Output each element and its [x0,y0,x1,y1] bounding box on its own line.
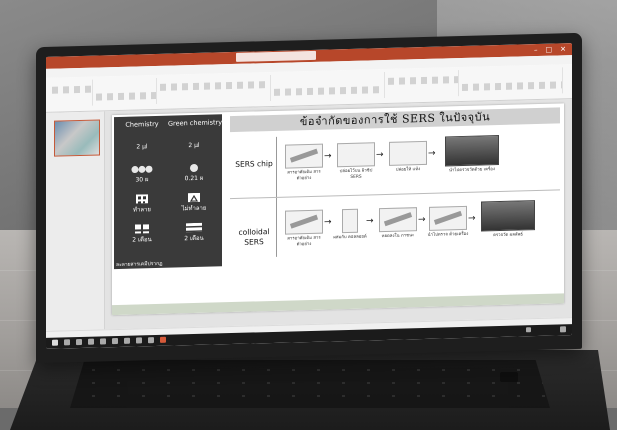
start-icon[interactable] [52,340,58,346]
arrow-icon: → [324,217,332,227]
comparison-panel: Chemistry Green chemistry 2 µl 2 µl 30 ผ [114,114,222,269]
app-icon[interactable] [148,337,154,343]
process-step: หยดลงใน ภาชนะ [376,207,420,240]
step-caption: นำไปตรวจวัดด้วย เครื่อง [442,167,502,174]
step-caption: ปล่อยให้ แห้ง [386,167,430,174]
cell-value: 2 เดือน [132,234,151,245]
app-icon[interactable] [112,338,118,344]
stack-icon [186,223,202,232]
arrow-icon: → [418,215,426,225]
arrow-icon: → [366,216,374,226]
app-icon[interactable] [124,338,130,344]
slide-thumbnail[interactable] [54,119,100,156]
ribbon-group-paragraph[interactable] [274,72,385,101]
chip-image [337,142,375,167]
cell-value: 2 เดือน [184,233,203,244]
maximize-icon[interactable]: □ [546,44,553,56]
minimize-icon[interactable]: – [534,44,538,56]
process-step: นำไปตรวจ ด้วยเครื่อง [426,206,470,239]
panel-cell: 30 ผ [117,164,167,185]
cell-value: ไม่ทำลาย [182,203,207,214]
column-header: Chemistry [116,120,168,129]
recycle-icon [188,193,200,202]
close-icon[interactable]: ✕ [560,43,566,55]
vial-image [342,209,358,233]
step-caption: ตรวจวัด ผลลัพธ์ [478,232,538,239]
cell-value: ทำลาย [133,204,151,214]
panel-cell: 0.21 ผ [169,162,219,183]
app-icon[interactable] [100,338,106,344]
step-caption: หยดลงใน ภาชนะ [376,233,420,240]
ribbon-group-font[interactable] [160,75,271,104]
ribbon-group-slides[interactable] [96,78,157,106]
sample-image [429,206,467,231]
pipette-image [285,144,323,169]
row-label-sers-chip: SERS chip [232,159,276,170]
notification-icon[interactable] [560,326,566,332]
process-step: ตรวจวัด ผลลัพธ์ [478,200,538,239]
app-icon[interactable] [88,339,94,345]
pipette-image [285,210,323,235]
arrow-icon: → [428,149,436,159]
panel-cell: 2 µl [117,136,167,157]
panel-cell: ทำลาย [117,194,167,215]
ribbon-group-clipboard[interactable] [52,80,93,107]
search-icon[interactable] [64,339,70,345]
panel-cell: 2 เดือน [169,222,219,243]
process-step: นำไปตรวจวัดด้วย เครื่อง [442,135,502,174]
process-step: ปล่อยให้ แห้ง [386,141,430,174]
process-step: สารอาศัยเติม สารตัวอย่าง [282,210,326,248]
arrow-icon: → [376,150,384,160]
step-caption: สารอาศัยเติม สารตัวอย่าง [282,170,326,182]
process-step: ผสมกับ คอลลอยด์ [332,208,368,240]
network-icon[interactable] [526,327,531,332]
powerpoint-icon[interactable] [160,337,166,343]
step-caption: นำไปตรวจ ด้วยเครื่อง [426,232,470,239]
cell-value: 2 µl [136,143,147,150]
ribbon-group-editing[interactable] [462,67,563,96]
calendar-icon [135,224,149,233]
laptop-lid: – □ ✕ [36,33,582,363]
dried-chip-image [389,141,427,166]
slide[interactable]: Chemistry Green chemistry 2 µl 2 µl 30 ผ [112,103,564,315]
panel-cell: 2 µl [169,134,219,155]
droplets-icon [131,164,153,174]
panel-footnote: ละลายสารเคมีปรากฏ [116,259,176,269]
column-header: Green chemistry [168,118,220,127]
instrument-image [445,135,499,166]
cell-value: 2 µl [188,142,199,149]
arrow-icon: → [324,151,332,161]
slide-thumbnail-pane [46,111,105,331]
step-caption: สารอาศัยเติม สารตัวอย่าง [282,236,326,248]
instrument-image [481,200,535,231]
cell-value: 0.21 ผ [185,173,204,183]
search-box[interactable] [236,51,316,62]
row-label-colloidal-sers: colloidal SERS [232,227,276,248]
laptop-screen: – □ ✕ [46,43,572,349]
dropper-image [379,207,417,232]
step-caption: ผสมกับ คอลลอยด์ [332,234,368,240]
arrow-icon: → [468,214,476,224]
divider [230,189,560,199]
qr-icon [136,194,148,203]
process-step: สารอาศัยเติม สารตัวอย่าง [282,144,326,182]
panel-cell: 2 เดือน [117,224,167,245]
step-caption: ปล่อยไว้บน ผิวชิป SERS [334,168,378,180]
cell-value: 30 ผ [135,174,148,184]
droplet-icon [189,163,199,172]
taskview-icon[interactable] [76,339,82,345]
usb-port [500,372,518,382]
slide-heading: ข้อจำกัดของการใช้ SERS ในปัจจุบัน [230,107,560,132]
keyboard [70,360,550,408]
window-controls: – □ ✕ [534,43,566,56]
ribbon-group-drawing[interactable] [388,70,459,98]
app-icon[interactable] [136,337,142,343]
panel-cell: ไม่ทำลาย [169,192,219,213]
process-step: ปล่อยไว้บน ผิวชิป SERS [334,142,378,180]
